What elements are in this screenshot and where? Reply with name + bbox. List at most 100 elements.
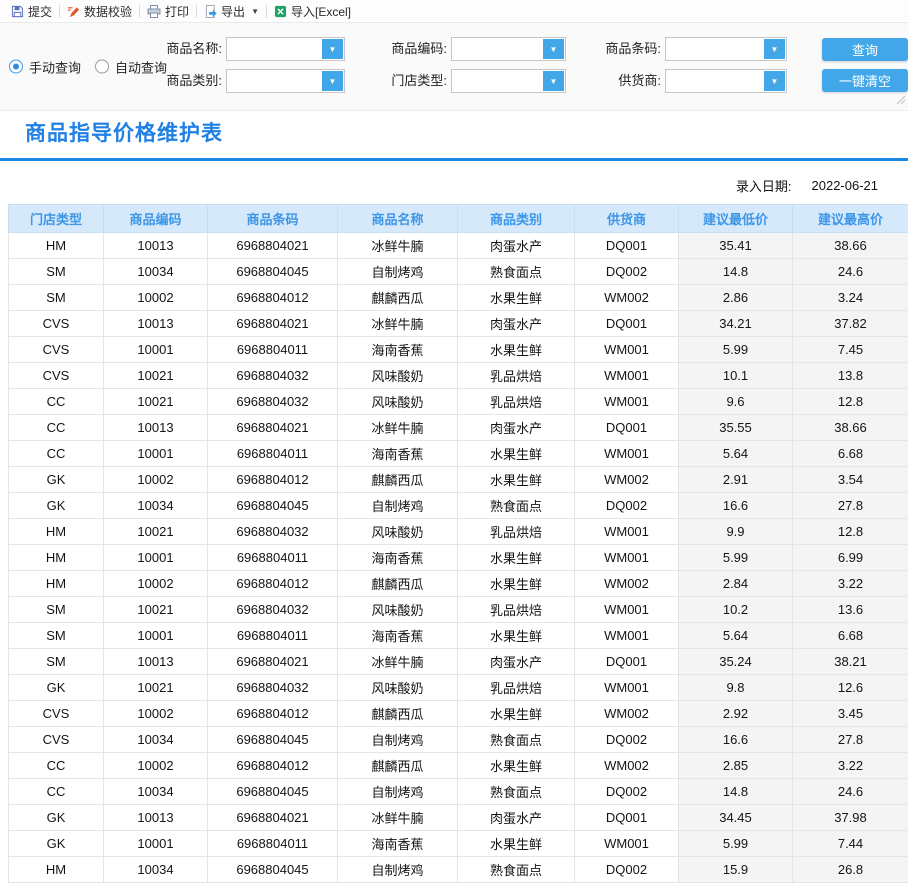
table-cell[interactable]: 2.92 <box>678 700 793 727</box>
table-row[interactable]: CVS 10034 6968804045 自制烤鸡 熟食面点 DQ002 16.6 27.8 <box>8 726 908 753</box>
table-cell[interactable]: 12.8 <box>792 388 908 415</box>
table-cell[interactable]: 14.8 <box>678 258 793 285</box>
product-code-input[interactable] <box>452 38 542 60</box>
table-cell[interactable]: 24.6 <box>792 778 908 805</box>
table-row[interactable]: SM 10021 6968804032 风味酸奶 乳品烘焙 WM001 10.2 13.6 <box>8 596 908 623</box>
product-category-select[interactable]: ▼ <box>226 69 345 93</box>
table-cell[interactable]: 5.99 <box>678 830 793 857</box>
table-row[interactable]: GK 10002 6968804012 麒麟西瓜 水果生鲜 WM002 2.91 3.54 <box>8 466 908 493</box>
table-row[interactable]: CC 10013 6968804021 冰鲜牛腩 肉蛋水产 DQ001 35.55 38.66 <box>8 414 908 441</box>
table-cell[interactable]: 5.64 <box>678 622 793 649</box>
table-row[interactable]: GK 10001 6968804011 海南香蕉 水果生鲜 WM001 5.99 7.44 <box>8 830 908 857</box>
product-barcode-input[interactable] <box>666 38 763 60</box>
table-cell[interactable]: 3.54 <box>792 466 908 493</box>
table-cell[interactable]: 5.64 <box>678 440 793 467</box>
table-row[interactable]: GK 10021 6968804032 风味酸奶 乳品烘焙 WM001 9.8 12.6 <box>8 674 908 701</box>
table-row[interactable]: SM 10002 6968804012 麒麟西瓜 水果生鲜 WM002 2.86 3.24 <box>8 284 908 311</box>
table-cell[interactable]: 35.24 <box>678 648 793 675</box>
chevron-down-icon[interactable]: ▼ <box>322 39 343 59</box>
table-cell[interactable]: 2.86 <box>678 284 793 311</box>
table-cell[interactable]: 13.6 <box>792 596 908 623</box>
table-cell[interactable]: 24.6 <box>792 258 908 285</box>
table-cell[interactable]: 2.91 <box>678 466 793 493</box>
query-button[interactable]: 查询 <box>822 38 908 61</box>
table-cell[interactable]: 16.6 <box>678 726 793 753</box>
product-name-select[interactable]: ▼ <box>226 37 345 61</box>
table-cell[interactable]: 27.8 <box>792 726 908 753</box>
table-cell[interactable]: 38.66 <box>792 414 908 441</box>
clear-all-button[interactable]: 一键清空 <box>822 69 908 92</box>
supplier-select[interactable]: ▼ <box>665 69 787 93</box>
product-category-input[interactable] <box>227 70 321 92</box>
product-barcode-select[interactable]: ▼ <box>665 37 787 61</box>
table-row[interactable]: GK 10013 6968804021 冰鲜牛腩 肉蛋水产 DQ001 34.45 37.98 <box>8 804 908 831</box>
table-row[interactable]: SM 10001 6968804011 海南香蕉 水果生鲜 WM001 5.64 6.68 <box>8 622 908 649</box>
supplier-input[interactable] <box>666 70 763 92</box>
table-cell[interactable]: 38.21 <box>792 648 908 675</box>
chevron-down-icon[interactable]: ▼ <box>543 39 564 59</box>
table-cell[interactable]: 15.9 <box>678 856 793 883</box>
chevron-down-icon[interactable]: ▼ <box>764 71 785 91</box>
chevron-down-icon[interactable]: ▼ <box>543 71 564 91</box>
table-cell[interactable]: 10.2 <box>678 596 793 623</box>
table-row[interactable]: HM 10021 6968804032 风味酸奶 乳品烘焙 WM001 9.9 12.8 <box>8 518 908 545</box>
store-type-input[interactable] <box>452 70 542 92</box>
table-cell[interactable]: 2.84 <box>678 570 793 597</box>
table-row[interactable]: GK 10034 6968804045 自制烤鸡 熟食面点 DQ002 16.6 27.8 <box>8 492 908 519</box>
table-cell[interactable]: 38.66 <box>792 232 908 259</box>
table-cell[interactable]: 3.22 <box>792 752 908 779</box>
product-code-select[interactable]: ▼ <box>451 37 566 61</box>
table-cell[interactable]: 34.21 <box>678 310 793 337</box>
table-cell[interactable]: 13.8 <box>792 362 908 389</box>
table-cell[interactable]: 9.9 <box>678 518 793 545</box>
table-row[interactable]: CVS 10021 6968804032 风味酸奶 乳品烘焙 WM001 10.1 13.8 <box>8 362 908 389</box>
table-cell[interactable]: 3.45 <box>792 700 908 727</box>
table-cell[interactable]: 3.24 <box>792 284 908 311</box>
manual-query-label[interactable]: 手动查询 <box>29 57 81 76</box>
table-row[interactable]: CC 10001 6968804011 海南香蕉 水果生鲜 WM001 5.64 6.68 <box>8 440 908 467</box>
table-row[interactable]: CVS 10013 6968804021 冰鲜牛腩 肉蛋水产 DQ001 34.21 37.8… <box>8 310 908 337</box>
table-row[interactable]: CVS 10001 6968804011 海南香蕉 水果生鲜 WM001 5.99 7.45 <box>8 336 908 363</box>
table-cell[interactable]: 6.68 <box>792 440 908 467</box>
table-cell[interactable]: 5.99 <box>678 544 793 571</box>
submit-button[interactable]: 提交 <box>4 3 59 20</box>
table-row[interactable]: SM 10034 6968804045 自制烤鸡 熟食面点 DQ002 14.8 24.6 <box>8 258 908 285</box>
table-row[interactable]: CC 10034 6968804045 自制烤鸡 熟食面点 DQ002 14.8 24.6 <box>8 778 908 805</box>
table-row[interactable]: HM 10013 6968804021 冰鲜牛腩 肉蛋水产 DQ001 35.41 38.66 <box>8 232 908 259</box>
table-cell[interactable]: 37.98 <box>792 804 908 831</box>
table-row[interactable]: HM 10002 6968804012 麒麟西瓜 水果生鲜 WM002 2.84 3.22 <box>8 570 908 597</box>
resize-grip-icon[interactable] <box>896 93 906 108</box>
data-validate-button[interactable]: 数据校验 <box>60 3 139 20</box>
table-cell[interactable]: 27.8 <box>792 492 908 519</box>
table-cell[interactable]: 7.44 <box>792 830 908 857</box>
table-row[interactable]: HM 10034 6968804045 自制烤鸡 熟食面点 DQ002 15.9 26.8 <box>8 856 908 883</box>
table-row[interactable]: CVS 10002 6968804012 麒麟西瓜 水果生鲜 WM002 2.92 3.45 <box>8 700 908 727</box>
table-row[interactable]: CC 10002 6968804012 麒麟西瓜 水果生鲜 WM002 2.85 3.22 <box>8 752 908 779</box>
table-cell[interactable]: 35.41 <box>678 232 793 259</box>
product-name-input[interactable] <box>227 38 321 60</box>
print-button[interactable]: 打印 <box>140 3 196 20</box>
import-excel-button[interactable]: 导入[Excel] <box>267 3 358 20</box>
table-row[interactable]: HM 10001 6968804011 海南香蕉 水果生鲜 WM001 5.99 6.99 <box>8 544 908 571</box>
table-cell[interactable]: 10.1 <box>678 362 793 389</box>
export-button[interactable]: 导出 ▼ <box>197 3 266 20</box>
table-cell[interactable]: 9.6 <box>678 388 793 415</box>
auto-query-radio[interactable] <box>95 59 110 74</box>
store-type-select[interactable]: ▼ <box>451 69 566 93</box>
table-cell[interactable]: 6.68 <box>792 622 908 649</box>
table-cell[interactable]: 37.82 <box>792 310 908 337</box>
table-cell[interactable]: 9.8 <box>678 674 793 701</box>
table-cell[interactable]: 12.8 <box>792 518 908 545</box>
table-cell[interactable]: 6.99 <box>792 544 908 571</box>
table-cell[interactable]: 7.45 <box>792 336 908 363</box>
chevron-down-icon[interactable]: ▼ <box>764 39 785 59</box>
table-cell[interactable]: 35.55 <box>678 414 793 441</box>
table-cell[interactable]: 26.8 <box>792 856 908 883</box>
table-cell[interactable]: 5.99 <box>678 336 793 363</box>
manual-query-radio[interactable] <box>9 59 23 74</box>
table-cell[interactable]: 3.22 <box>792 570 908 597</box>
table-cell[interactable]: 14.8 <box>678 778 793 805</box>
table-cell[interactable]: 12.6 <box>792 674 908 701</box>
table-cell[interactable]: 34.45 <box>678 804 793 831</box>
table-cell[interactable]: 2.85 <box>678 752 793 779</box>
